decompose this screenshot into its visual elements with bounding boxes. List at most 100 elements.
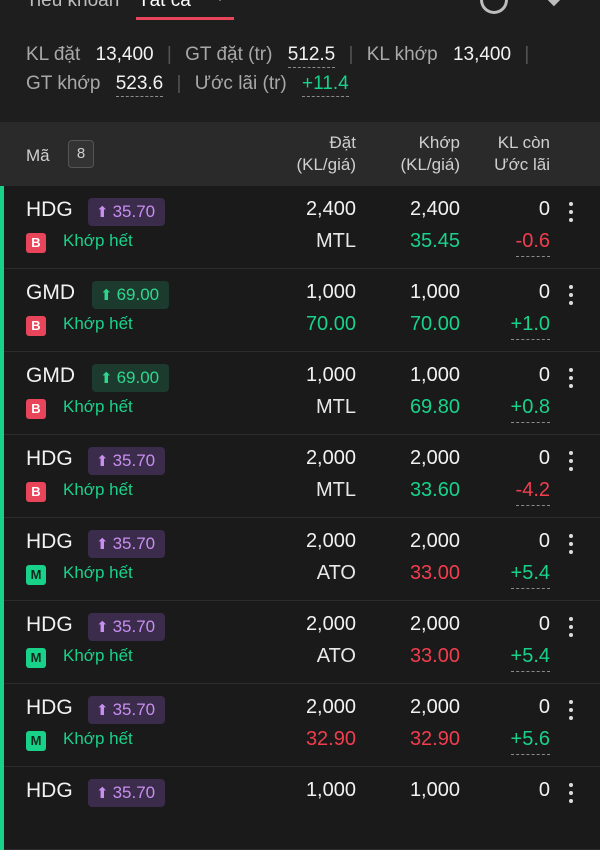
- order-summary: KL đặt 13,400 | GT đặt (tr) 512.5 | KL k…: [0, 30, 600, 122]
- estimated-pl[interactable]: +0.8: [510, 396, 550, 423]
- side-badge: B: [26, 482, 46, 502]
- symbol[interactable]: HDG: [26, 198, 73, 222]
- matched-qty: 2,400: [409, 198, 460, 220]
- symbol[interactable]: HDG: [26, 613, 73, 637]
- table-row[interactable]: GMD ⬆ 69.00 B Khớp hết 1,000 MTL 1,000 69…: [0, 352, 600, 435]
- chevron-down-icon[interactable]: [212, 0, 228, 1]
- symbol[interactable]: HDG: [26, 779, 73, 803]
- column-khop[interactable]: Khớp (KL/giá): [400, 132, 460, 176]
- matched-qty: 1,000: [409, 779, 460, 801]
- column-kl-con-label: KL còn: [497, 133, 550, 152]
- matched-qty: 2,000: [409, 447, 460, 469]
- uoc-lai-value[interactable]: +11.4: [302, 73, 349, 97]
- remaining-qty: 0: [538, 696, 550, 718]
- column-symbol[interactable]: Mã: [26, 146, 50, 166]
- remaining-qty: 0: [538, 447, 550, 469]
- more-vert-icon[interactable]: [566, 451, 576, 475]
- arrow-up-icon: ⬆: [96, 619, 109, 636]
- row-accent-bar: [0, 684, 4, 767]
- column-dat[interactable]: Đặt (KL/giá): [296, 132, 356, 176]
- order-price: 70.00: [305, 313, 356, 335]
- matched-price: 35.45: [409, 230, 460, 252]
- kl-dat-label: KL đặt: [26, 44, 81, 65]
- arrow-up-icon: ⬆: [100, 287, 113, 304]
- filter-dropdown[interactable]: Tất cả: [138, 0, 191, 12]
- symbol[interactable]: HDG: [26, 530, 73, 554]
- filter-icon[interactable]: ⏷: [546, 0, 562, 15]
- side-badge: B: [26, 316, 46, 336]
- more-vert-icon[interactable]: [566, 368, 576, 392]
- summary-line-1: KL đặt 13,400 | GT đặt (tr) 512.5 | KL k…: [26, 44, 537, 68]
- table-row[interactable]: HDG ⬆ 35.70 M Khớp hết 2,000 32.90 2,000 …: [0, 684, 600, 767]
- summary-line-2: GT khớp 523.6 | Ước lãi (tr) +11.4: [26, 73, 349, 97]
- row-accent-bar: [0, 767, 4, 850]
- kl-khop-value: 13,400: [452, 44, 512, 65]
- table-row[interactable]: HDG ⬆ 35.70 B Khớp hết 2,400 MTL 2,400 35…: [0, 186, 600, 269]
- price-badge-value: 35.70: [112, 783, 156, 802]
- top-bar: Tiểu khoản Tất cả ⏷: [0, 0, 600, 30]
- estimated-pl[interactable]: -0.6: [515, 230, 550, 257]
- table-row[interactable]: HDG ⬆ 35.70 M Khớp hết 2,000 ATO 2,000 33…: [0, 518, 600, 601]
- side-badge: M: [26, 731, 46, 751]
- arrow-up-icon: ⬆: [100, 370, 113, 387]
- table-row[interactable]: HDG ⬆ 35.70 M Khớp hết 2,000 ATO 2,000 33…: [0, 601, 600, 684]
- price-badge-value: 35.70: [112, 700, 156, 719]
- refresh-icon[interactable]: [480, 0, 508, 14]
- symbol[interactable]: HDG: [26, 696, 73, 720]
- uoc-lai-label: Ước lãi (tr): [194, 73, 287, 94]
- gt-khop-value[interactable]: 523.6: [115, 73, 164, 97]
- column-uoc-lai-label: Ước lãi: [494, 155, 550, 174]
- symbol[interactable]: GMD: [26, 281, 75, 305]
- account-label[interactable]: Tiểu khoản: [26, 0, 119, 12]
- order-price: ATO: [316, 562, 356, 584]
- price-badge: ⬆ 35.70: [88, 613, 166, 641]
- arrow-up-icon: ⬆: [96, 204, 109, 221]
- row-accent-bar: [0, 186, 4, 269]
- order-qty: 2,400: [305, 198, 356, 220]
- symbol[interactable]: HDG: [26, 447, 73, 471]
- order-status: Khớp hết: [63, 314, 133, 333]
- divider: |: [524, 44, 530, 65]
- gt-dat-value[interactable]: 512.5: [287, 44, 336, 68]
- more-vert-icon[interactable]: [566, 534, 576, 558]
- estimated-pl[interactable]: +1.0: [510, 313, 550, 340]
- more-vert-icon[interactable]: [566, 202, 576, 226]
- estimated-pl[interactable]: +5.4: [510, 645, 550, 672]
- order-qty: 2,000: [305, 696, 356, 718]
- estimated-pl[interactable]: -4.2: [515, 479, 550, 506]
- gt-khop-label: GT khớp: [26, 73, 101, 94]
- estimated-pl[interactable]: +5.4: [510, 562, 550, 589]
- kl-dat-value: 13,400: [95, 44, 154, 65]
- order-qty: 2,000: [305, 530, 356, 552]
- price-badge: ⬆ 35.70: [88, 696, 166, 724]
- matched-qty: 2,000: [409, 613, 460, 635]
- column-dat-sublabel: (KL/giá): [296, 155, 356, 174]
- more-vert-icon[interactable]: [566, 285, 576, 309]
- more-vert-icon[interactable]: [566, 700, 576, 724]
- price-badge: ⬆ 35.70: [88, 447, 166, 475]
- order-qty: 1,000: [305, 281, 356, 303]
- order-status: Khớp hết: [63, 646, 133, 665]
- row-accent-bar: [0, 601, 4, 684]
- matched-price: 70.00: [409, 313, 460, 335]
- table-row[interactable]: GMD ⬆ 69.00 B Khớp hết 1,000 70.00 1,000 …: [0, 269, 600, 352]
- order-status: Khớp hết: [63, 397, 133, 416]
- more-vert-icon[interactable]: [566, 783, 576, 807]
- matched-qty: 2,000: [409, 530, 460, 552]
- column-kl-con[interactable]: KL còn Ước lãi: [494, 132, 550, 176]
- more-vert-icon[interactable]: [566, 617, 576, 641]
- matched-price: 32.90: [409, 728, 460, 750]
- table-row[interactable]: HDG ⬆ 35.70 B Khớp hết 2,000 MTL 2,000 33…: [0, 435, 600, 518]
- estimated-pl[interactable]: +5.6: [510, 728, 550, 755]
- remaining-qty: 0: [538, 364, 550, 386]
- remaining-qty: 0: [538, 530, 550, 552]
- remaining-qty: 0: [538, 613, 550, 635]
- arrow-up-icon: ⬆: [96, 453, 109, 470]
- symbol[interactable]: GMD: [26, 364, 75, 388]
- price-badge: ⬆ 69.00: [92, 281, 170, 309]
- matched-qty: 1,000: [409, 281, 460, 303]
- row-accent-bar: [0, 269, 4, 352]
- column-khop-sublabel: (KL/giá): [400, 155, 460, 174]
- table-row[interactable]: HDG ⬆ 35.70 1,000 1,000 0: [0, 767, 600, 850]
- side-badge: M: [26, 565, 46, 585]
